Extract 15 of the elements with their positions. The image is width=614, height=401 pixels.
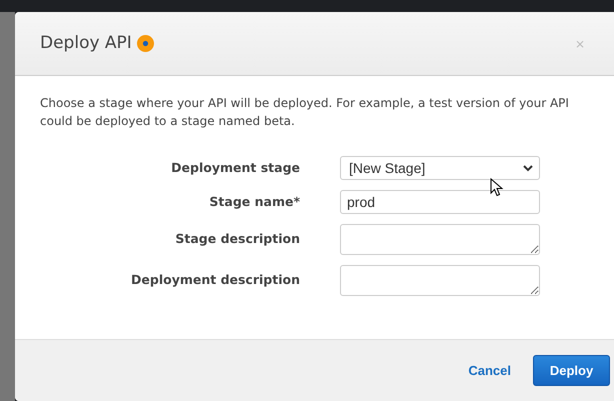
cancel-link[interactable]: Cancel <box>468 360 511 380</box>
field-label: Deployment stage <box>170 158 300 177</box>
mouse-cursor-icon <box>490 178 504 197</box>
text-field[interactable]: prod <box>340 190 540 214</box>
chevron-down-icon <box>523 164 533 172</box>
description-text: Choose a stage where your API will be deployed. For example, a test version of your API could be deployed to a stage named beta. <box>40 95 570 130</box>
dialog-title: Deploy API <box>40 32 132 55</box>
stage-dropdown[interactable]: [New Stage] <box>340 156 540 180</box>
field-label: Stage name* <box>208 192 300 211</box>
status-icon <box>136 35 154 52</box>
field-label: Deployment description <box>130 271 300 290</box>
text-area[interactable] <box>340 224 540 255</box>
text-area[interactable] <box>340 265 540 296</box>
deploy-button[interactable]: Deploy <box>533 355 610 386</box>
field-label: Stage description <box>174 230 300 248</box>
